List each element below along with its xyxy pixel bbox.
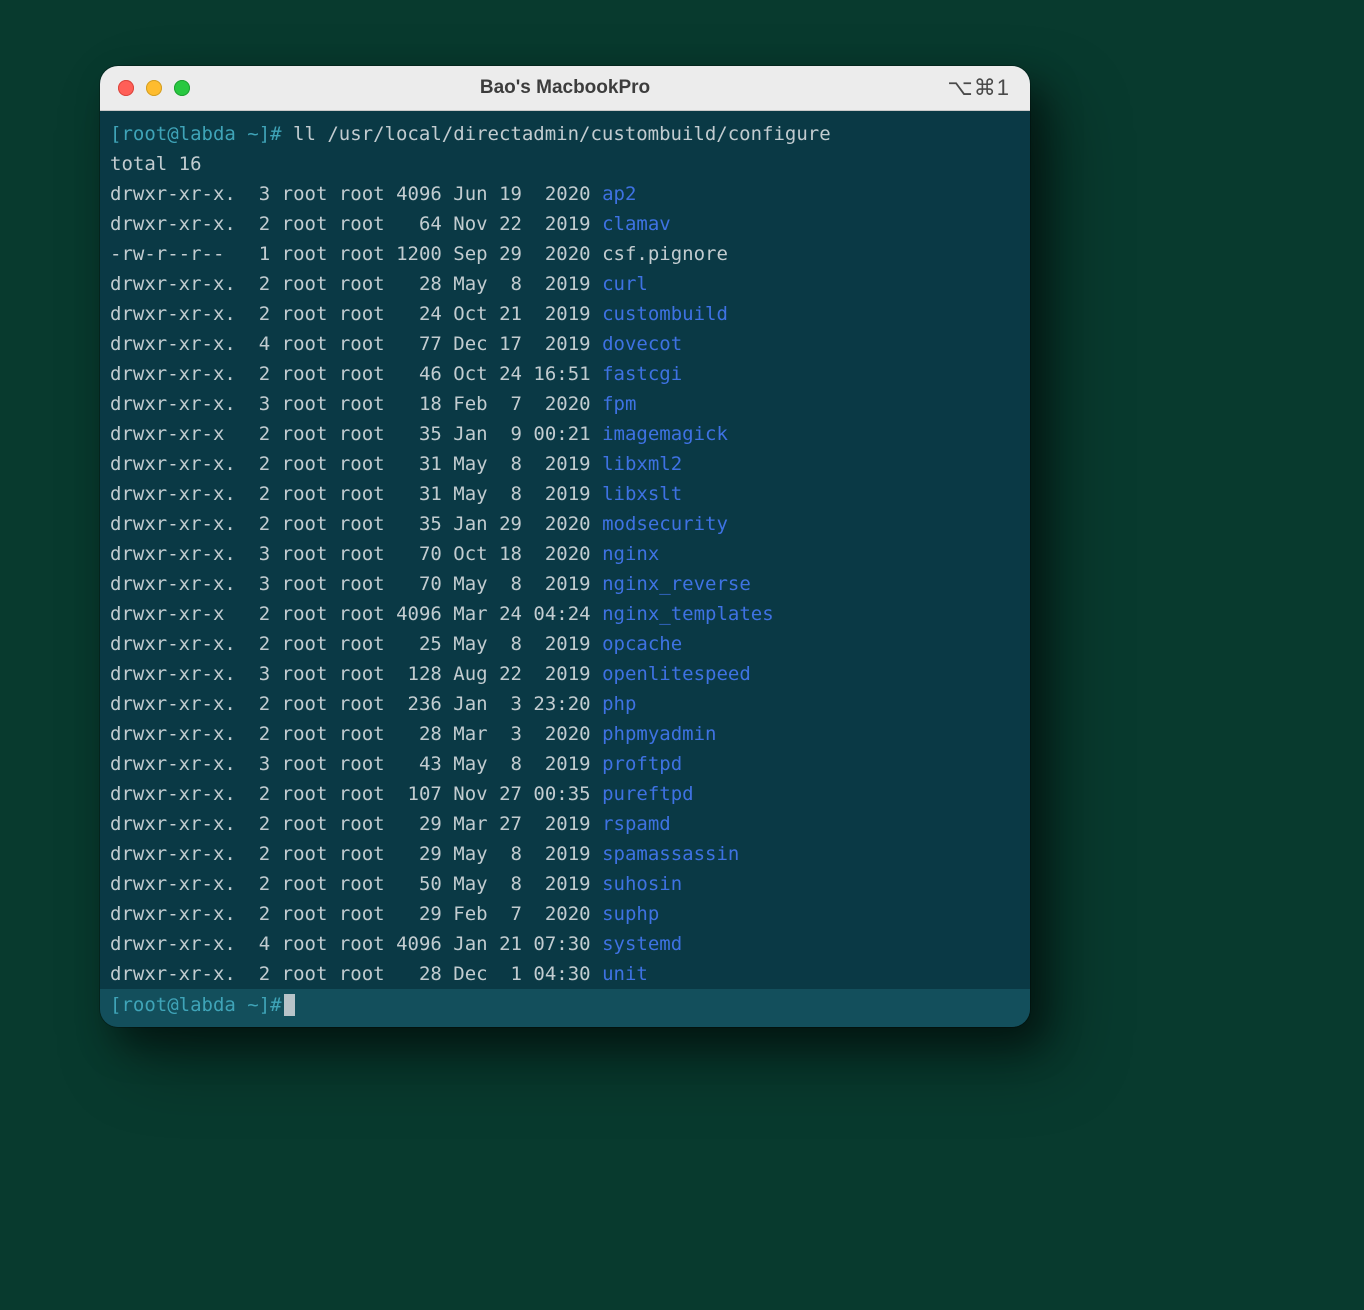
- entry-name: suhosin: [602, 873, 682, 895]
- command-text: ll /usr/local/directadmin/custombuild/co…: [293, 123, 831, 145]
- list-item: drwxr-xr-x. 2 root root 25 May 8 2019 op…: [110, 633, 682, 655]
- entry-name: rspamd: [602, 813, 671, 835]
- entry-name: phpmyadmin: [602, 723, 716, 745]
- list-item: drwxr-xr-x. 3 root root 43 May 8 2019 pr…: [110, 753, 682, 775]
- entry-name: libxslt: [602, 483, 682, 505]
- entry-name: custombuild: [602, 303, 728, 325]
- entry-name: modsecurity: [602, 513, 728, 535]
- zoom-icon[interactable]: [174, 80, 190, 96]
- prompt-line[interactable]: [root@labda ~]#: [100, 989, 1030, 1027]
- prompt-user: [root@labda ~]#: [110, 123, 282, 145]
- list-item: drwxr-xr-x. 2 root root 31 May 8 2019 li…: [110, 483, 682, 505]
- list-item: drwxr-xr-x. 2 root root 29 May 8 2019 sp…: [110, 843, 739, 865]
- list-item: drwxr-xr-x. 2 root root 29 Mar 27 2019 r…: [110, 813, 671, 835]
- list-item: drwxr-xr-x 2 root root 35 Jan 9 00:21 im…: [110, 423, 728, 445]
- titlebar: Bao's MacbookPro ⌥⌘1: [100, 66, 1030, 111]
- entry-name: systemd: [602, 933, 682, 955]
- entry-name: nginx: [602, 543, 659, 565]
- list-item: drwxr-xr-x. 3 root root 70 May 8 2019 ng…: [110, 573, 751, 595]
- terminal-window: Bao's MacbookPro ⌥⌘1 [root@labda ~]# ll …: [100, 66, 1030, 1027]
- traffic-lights: [118, 80, 190, 96]
- list-item: drwxr-xr-x. 3 root root 18 Feb 7 2020 fp…: [110, 393, 636, 415]
- list-item: drwxr-xr-x. 2 root root 35 Jan 29 2020 m…: [110, 513, 728, 535]
- prompt-user-2: [root@labda ~]#: [110, 989, 282, 1021]
- list-item: drwxr-xr-x. 2 root root 236 Jan 3 23:20 …: [110, 693, 636, 715]
- list-item: drwxr-xr-x. 2 root root 28 May 8 2019 cu…: [110, 273, 648, 295]
- entry-name: nginx_templates: [602, 603, 774, 625]
- list-item: drwxr-xr-x. 3 root root 128 Aug 22 2019 …: [110, 663, 751, 685]
- terminal-output[interactable]: [root@labda ~]# ll /usr/local/directadmi…: [100, 111, 1030, 989]
- entry-name: csf.pignore: [602, 243, 728, 265]
- entry-name: fpm: [602, 393, 636, 415]
- list-item: drwxr-xr-x. 2 root root 28 Dec 1 04:30 u…: [110, 963, 648, 985]
- list-item: drwxr-xr-x. 4 root root 77 Dec 17 2019 d…: [110, 333, 682, 355]
- total-line: total 16: [110, 153, 202, 175]
- list-item: drwxr-xr-x. 3 root root 70 Oct 18 2020 n…: [110, 543, 659, 565]
- entry-name: php: [602, 693, 636, 715]
- list-item: drwxr-xr-x 2 root root 4096 Mar 24 04:24…: [110, 603, 774, 625]
- cursor-icon: [284, 994, 295, 1016]
- list-item: drwxr-xr-x. 2 root root 107 Nov 27 00:35…: [110, 783, 694, 805]
- entry-name: openlitespeed: [602, 663, 751, 685]
- list-item: drwxr-xr-x. 3 root root 4096 Jun 19 2020…: [110, 183, 636, 205]
- close-icon[interactable]: [118, 80, 134, 96]
- list-item: drwxr-xr-x. 2 root root 24 Oct 21 2019 c…: [110, 303, 728, 325]
- list-item: drwxr-xr-x. 2 root root 29 Feb 7 2020 su…: [110, 903, 659, 925]
- list-item: drwxr-xr-x. 2 root root 50 May 8 2019 su…: [110, 873, 682, 895]
- entry-name: fastcgi: [602, 363, 682, 385]
- entry-name: ap2: [602, 183, 636, 205]
- entry-name: nginx_reverse: [602, 573, 751, 595]
- entry-name: pureftpd: [602, 783, 694, 805]
- entry-name: unit: [602, 963, 648, 985]
- entry-name: spamassassin: [602, 843, 739, 865]
- list-item: drwxr-xr-x. 2 root root 64 Nov 22 2019 c…: [110, 213, 671, 235]
- list-item: -rw-r--r-- 1 root root 1200 Sep 29 2020 …: [110, 243, 728, 265]
- window-shortcut: ⌥⌘1: [947, 75, 1010, 101]
- entry-name: dovecot: [602, 333, 682, 355]
- minimize-icon[interactable]: [146, 80, 162, 96]
- entry-name: libxml2: [602, 453, 682, 475]
- entry-name: clamav: [602, 213, 671, 235]
- entry-name: opcache: [602, 633, 682, 655]
- entry-name: proftpd: [602, 753, 682, 775]
- list-item: drwxr-xr-x. 2 root root 46 Oct 24 16:51 …: [110, 363, 682, 385]
- list-item: drwxr-xr-x. 2 root root 28 Mar 3 2020 ph…: [110, 723, 716, 745]
- entry-name: curl: [602, 273, 648, 295]
- entry-name: imagemagick: [602, 423, 728, 445]
- entry-name: suphp: [602, 903, 659, 925]
- list-item: drwxr-xr-x. 2 root root 31 May 8 2019 li…: [110, 453, 682, 475]
- window-title: Bao's MacbookPro: [100, 77, 1030, 99]
- list-item: drwxr-xr-x. 4 root root 4096 Jan 21 07:3…: [110, 933, 682, 955]
